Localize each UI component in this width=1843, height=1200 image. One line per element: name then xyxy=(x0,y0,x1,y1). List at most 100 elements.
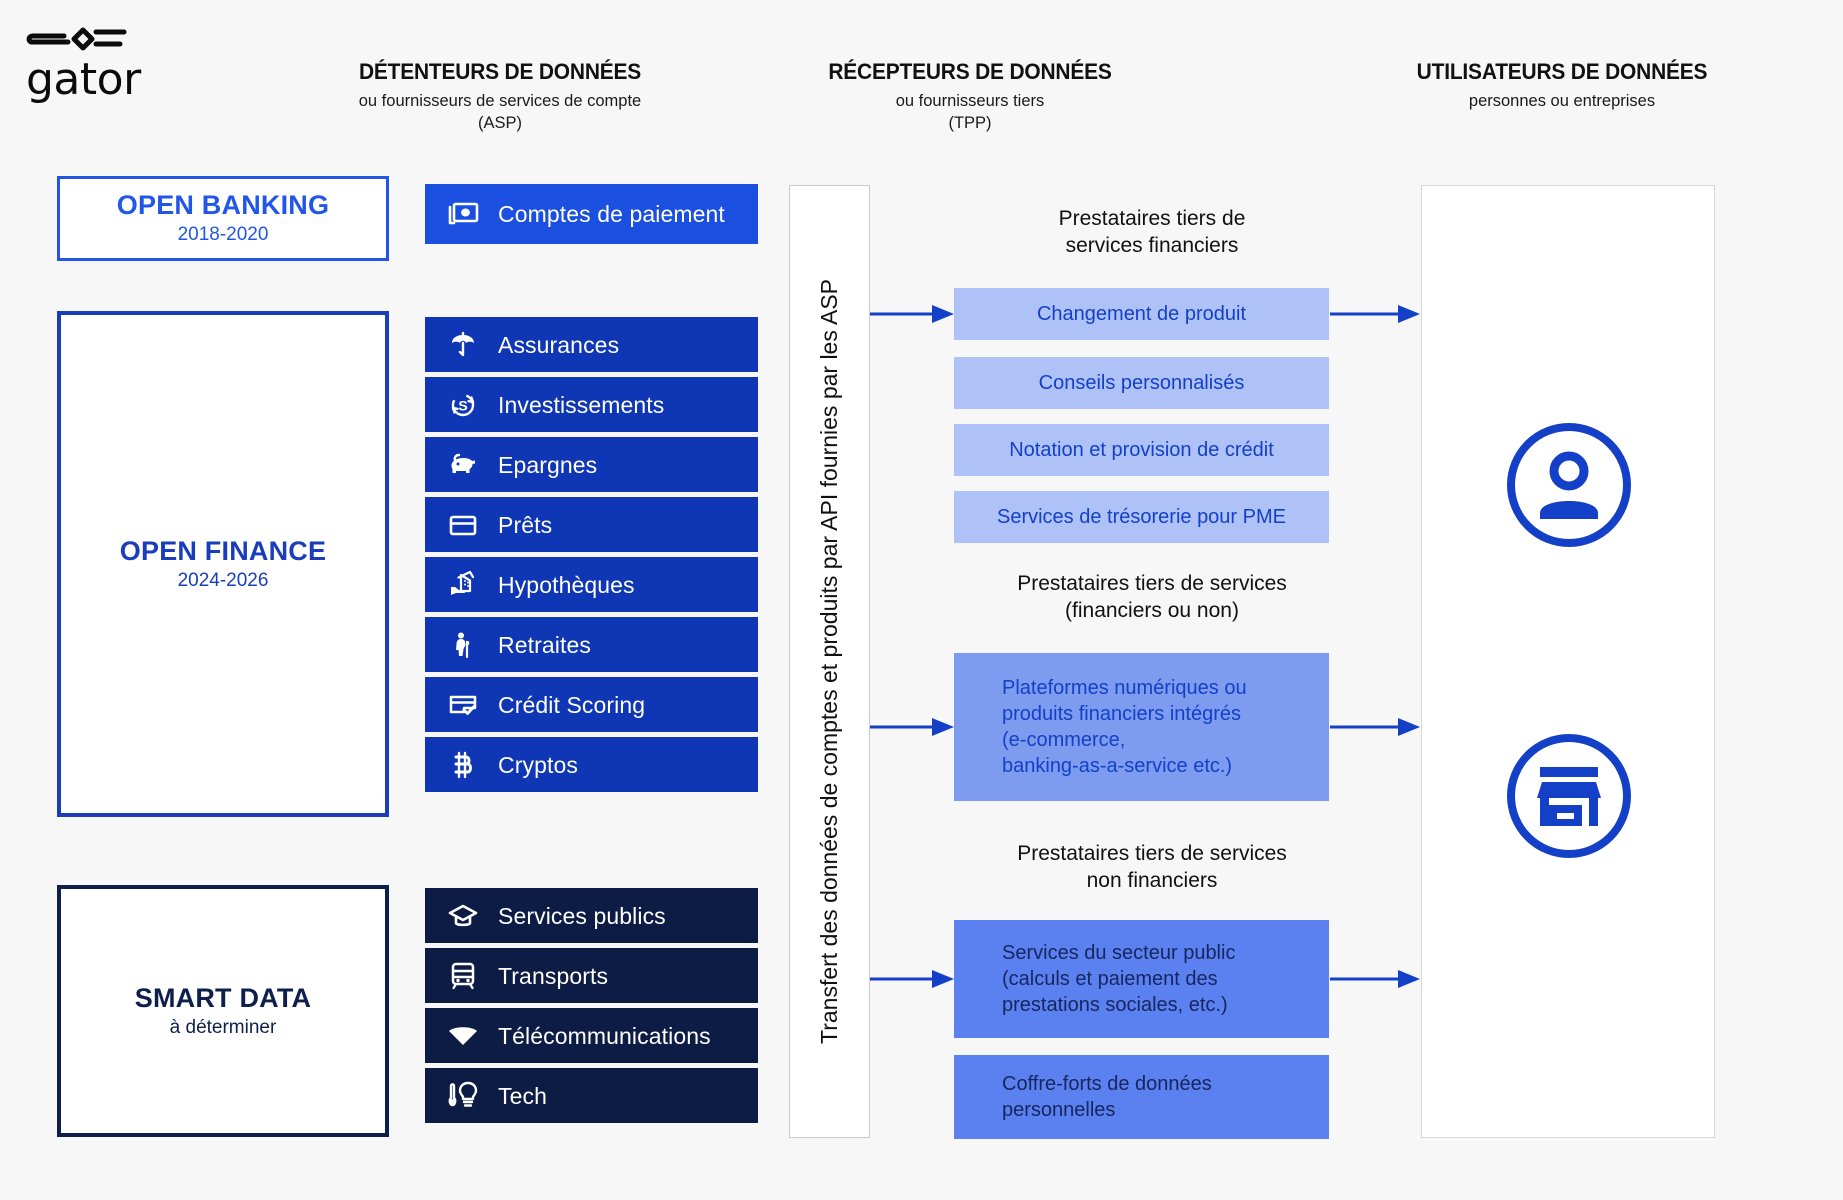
arrow-group-2-to-users xyxy=(1330,718,1420,736)
header-title: UTILISATEURS DE DONNÉES xyxy=(1416,59,1708,84)
tram-icon xyxy=(445,958,481,994)
receiver-item-label: Notation et provision de crédit xyxy=(1009,439,1274,461)
data-holder-label: Télécommunications xyxy=(498,1022,711,1049)
receiver-group-1-title: Prestataires tiers de services financier… xyxy=(942,205,1362,259)
wifi-icon xyxy=(445,1018,481,1054)
arrow-band-to-group-1 xyxy=(870,305,954,323)
receiver-item[interactable]: Conseils personnalisés xyxy=(954,357,1329,409)
data-holder-label: Tech xyxy=(498,1082,547,1109)
arrow-group-3-to-users xyxy=(1330,970,1420,988)
title-line-1: Prestataires tiers de services xyxy=(1017,572,1287,595)
header-title: RÉCEPTEURS DE DONNÉES xyxy=(828,59,1112,84)
elderly-person-icon xyxy=(445,627,481,663)
thermometer-bulb-icon xyxy=(445,1078,481,1114)
header-subtitle-1: ou fournisseurs de services de compte xyxy=(358,92,642,110)
receiver-item-line: (e-commerce, xyxy=(1002,729,1126,751)
receiver-item[interactable]: Notation et provision de crédit xyxy=(954,424,1329,476)
transfer-band: Transfert des données de comptes et prod… xyxy=(789,185,870,1138)
data-holder-row[interactable]: Assurances xyxy=(425,317,758,372)
receiver-item[interactable]: Changement de produit xyxy=(954,288,1329,340)
receiver-item[interactable]: Coffre-forts de données personnelles xyxy=(954,1055,1329,1139)
dollar-refresh-icon: S xyxy=(445,387,481,423)
receiver-group-3-title: Prestataires tiers de services non finan… xyxy=(942,840,1362,894)
data-holder-row[interactable]: Comptes de paiement xyxy=(425,184,758,244)
data-holder-label: Services publics xyxy=(498,902,666,929)
header-data-users: UTILISATEURS DE DONNÉES personnes ou ent… xyxy=(1362,58,1762,112)
data-holder-group-open-banking: Comptes de paiement xyxy=(425,184,758,249)
person-circle-icon xyxy=(1502,418,1636,557)
header-data-holders: DÉTENTEURS DE DONNÉES ou fournisseurs de… xyxy=(300,58,700,134)
users-panel xyxy=(1421,185,1715,1138)
receiver-group-2-title: Prestataires tiers de services (financie… xyxy=(942,570,1362,624)
arrow-band-to-group-3 xyxy=(870,970,954,988)
data-holder-group-open-finance: Assurances S Investissements Epargnes Pr… xyxy=(425,317,758,797)
receiver-item-line: personnelles xyxy=(1002,1099,1116,1121)
hand-house-icon xyxy=(445,567,481,603)
title-line-1: Prestataires tiers de xyxy=(1058,207,1246,230)
data-holder-label: Epargnes xyxy=(498,451,598,478)
credit-card-icon xyxy=(445,507,481,543)
arrow-group-1-to-users xyxy=(1330,305,1420,323)
title-line-2: (financiers ou non) xyxy=(1065,599,1239,622)
data-holder-label: Assurances xyxy=(498,331,620,358)
phase-period: à déterminer xyxy=(169,1016,277,1038)
header-subtitle-1: personnes ou entreprises xyxy=(1468,92,1656,110)
arrow-band-to-group-2 xyxy=(870,718,954,736)
data-holder-row[interactable]: Services publics xyxy=(425,888,758,943)
data-holder-row[interactable]: Hypothèques xyxy=(425,557,758,612)
receiver-item[interactable]: Services du secteur public (calculs et p… xyxy=(954,920,1329,1038)
receiver-item-line: Plateformes numériques ou xyxy=(1002,677,1247,699)
data-holder-label: Retraites xyxy=(498,631,591,658)
data-holder-label: Hypothèques xyxy=(498,571,635,598)
data-holder-label: Cryptos xyxy=(498,751,578,778)
header-subtitle-2: (ASP) xyxy=(477,114,522,132)
data-holder-row[interactable]: Prêts xyxy=(425,497,758,552)
data-holder-label: Crédit Scoring xyxy=(498,691,646,718)
receiver-item-line: banking-as-a-service etc.) xyxy=(1002,755,1233,777)
data-holder-row[interactable]: Transports xyxy=(425,948,758,1003)
piggy-bank-icon xyxy=(445,447,481,483)
receiver-item-label: Changement de produit xyxy=(1036,303,1247,325)
phase-period: 2024-2026 xyxy=(177,569,269,591)
receiver-item-line: Services du secteur public xyxy=(1002,942,1236,964)
phase-title: SMART DATA xyxy=(134,982,312,1013)
brand-name: gator xyxy=(26,54,141,105)
data-holder-row[interactable]: Cryptos xyxy=(425,737,758,792)
graduation-cap-icon xyxy=(445,898,481,934)
receiver-item-line: prestations sociales, etc.) xyxy=(1002,994,1228,1016)
svg-text:S: S xyxy=(458,397,467,413)
data-holder-label: Transports xyxy=(498,962,609,989)
data-holder-row[interactable]: Retraites xyxy=(425,617,758,672)
banknotes-icon xyxy=(445,196,481,232)
phase-title: OPEN BANKING xyxy=(116,190,330,220)
title-line-2: non financiers xyxy=(1086,869,1218,892)
diagram-canvas: gator DÉTENTEURS DE DONNÉES ou fournisse… xyxy=(0,0,1843,1200)
store-circle-icon xyxy=(1502,729,1636,868)
receiver-item-line: Coffre-forts de données xyxy=(1002,1073,1212,1095)
receiver-item-label: Conseils personnalisés xyxy=(1038,372,1245,394)
receiver-item-line: (calculs et paiement des xyxy=(1002,968,1218,990)
header-subtitle-1: ou fournisseurs tiers xyxy=(895,92,1045,110)
data-holder-label: Investissements xyxy=(498,391,665,418)
data-holder-label: Prêts xyxy=(498,511,553,538)
title-line-1: Prestataires tiers de services xyxy=(1017,842,1287,865)
phase-period: 2018-2020 xyxy=(177,224,269,245)
data-holder-row[interactable]: S Investissements xyxy=(425,377,758,432)
brand-logo: gator xyxy=(24,18,224,102)
data-holder-row[interactable]: Crédit Scoring xyxy=(425,677,758,732)
data-holder-row[interactable]: Télécommunications xyxy=(425,1008,758,1063)
receiver-item-line: produits financiers intégrés xyxy=(1002,703,1242,725)
phase-open-finance: OPEN FINANCE 2024-2026 xyxy=(57,311,389,817)
receiver-item[interactable]: Plateformes numériques ou produits finan… xyxy=(954,653,1329,801)
title-line-2: services financiers xyxy=(1065,234,1239,257)
bitcoin-icon xyxy=(445,747,481,783)
data-holder-row[interactable]: Tech xyxy=(425,1068,758,1123)
data-holder-row[interactable]: Epargnes xyxy=(425,437,758,492)
header-title: DÉTENTEURS DE DONNÉES xyxy=(358,59,642,84)
phase-smart-data: SMART DATA à déterminer xyxy=(57,885,389,1137)
umbrella-icon xyxy=(445,327,481,363)
receiver-item[interactable]: Services de trésorerie pour PME xyxy=(954,491,1329,543)
receiver-item-label: Services de trésorerie pour PME xyxy=(996,506,1286,528)
card-check-icon xyxy=(445,687,481,723)
header-data-receivers: RÉCEPTEURS DE DONNÉES ou fournisseurs ti… xyxy=(770,58,1170,134)
